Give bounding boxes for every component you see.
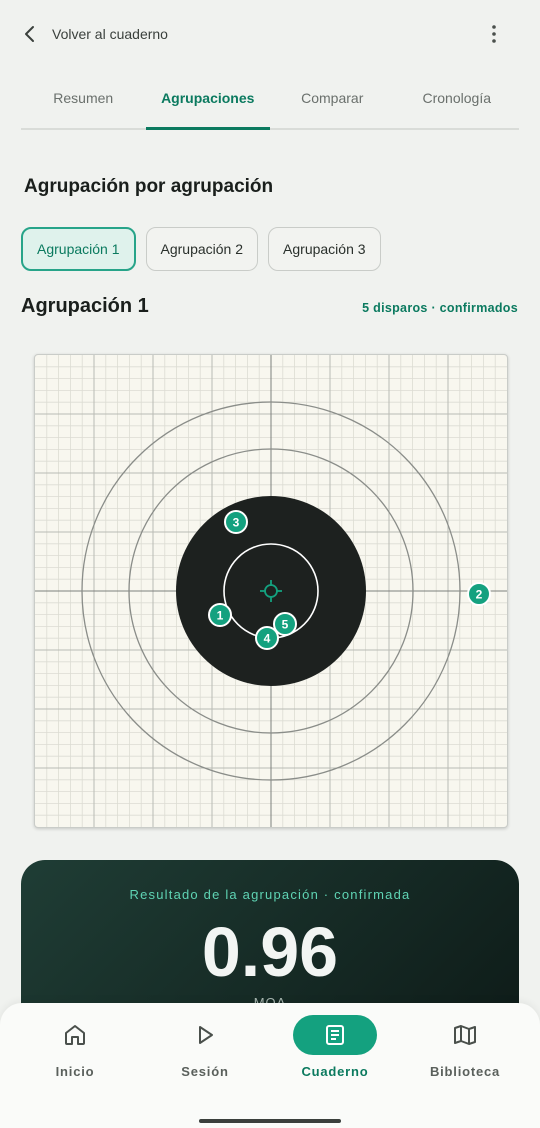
back-label: Volver al cuaderno [52,26,168,42]
play-icon [163,1015,247,1055]
nav-label: Cuaderno [301,1064,369,1079]
shot-marker[interactable]: 1 [208,603,232,627]
top-bar: Volver al cuaderno [0,0,540,68]
nav-label: Sesión [181,1064,229,1079]
shot-label: 2 [476,588,483,602]
shot-marker[interactable]: 3 [224,510,248,534]
shot-marker[interactable]: 5 [273,612,297,636]
tab-comparar[interactable]: Comparar [270,68,395,128]
target-svg: 1 2 3 4 5 [35,355,507,827]
group-title: Agrupación 1 [21,295,149,317]
section-title: Agrupación por agrupación [24,176,274,197]
nav-label: Inicio [55,1064,95,1079]
shot-label: 5 [282,618,289,632]
result-label: Resultado de la agrupación · confirmada [129,887,411,902]
bottom-navigation: Inicio Sesión Cuaderno Biblioteca [0,1003,540,1128]
home-icon [33,1015,117,1055]
chevron-left-icon [25,26,34,42]
tab-bar: Resumen Agrupaciones Comparar Cronología [21,68,519,130]
tab-resumen[interactable]: Resumen [21,68,146,128]
nav-item-cuaderno[interactable]: Cuaderno [285,1011,385,1081]
nav-label: Biblioteca [429,1064,501,1079]
shot-marker[interactable]: 2 [467,582,491,606]
shot-label: 1 [217,609,224,623]
chip-group-2[interactable]: Agrupación 2 [145,227,259,271]
home-indicator [199,1119,341,1123]
chip-group-3[interactable]: Agrupación 3 [268,227,381,271]
nav-item-inicio[interactable]: Inicio [25,1011,125,1081]
map-icon [423,1015,507,1055]
chip-group-1[interactable]: Agrupación 1 [21,227,136,271]
nav-item-sesion[interactable]: Sesión [155,1011,255,1081]
bullseye-black [176,496,366,686]
shot-marker[interactable]: 4 [255,626,279,650]
more-vertical-icon [492,25,496,43]
tab-cronologia[interactable]: Cronología [395,68,520,128]
nav-item-biblioteca[interactable]: Biblioteca [415,1011,515,1081]
result-value: 0.96 [201,913,339,991]
group-chips: Agrupación 1 Agrupación 2 Agrupación 3 [21,227,381,271]
group-status: 5 disparos · confirmados [362,301,518,315]
tab-agrupaciones[interactable]: Agrupaciones [145,68,271,130]
notebook-icon [293,1015,377,1055]
target-view[interactable]: 1 2 3 4 5 [34,354,508,828]
shot-label: 4 [264,632,271,646]
back-button[interactable]: Volver al cuaderno [20,18,168,50]
shot-label: 3 [233,516,240,530]
more-options-button[interactable] [482,18,506,50]
